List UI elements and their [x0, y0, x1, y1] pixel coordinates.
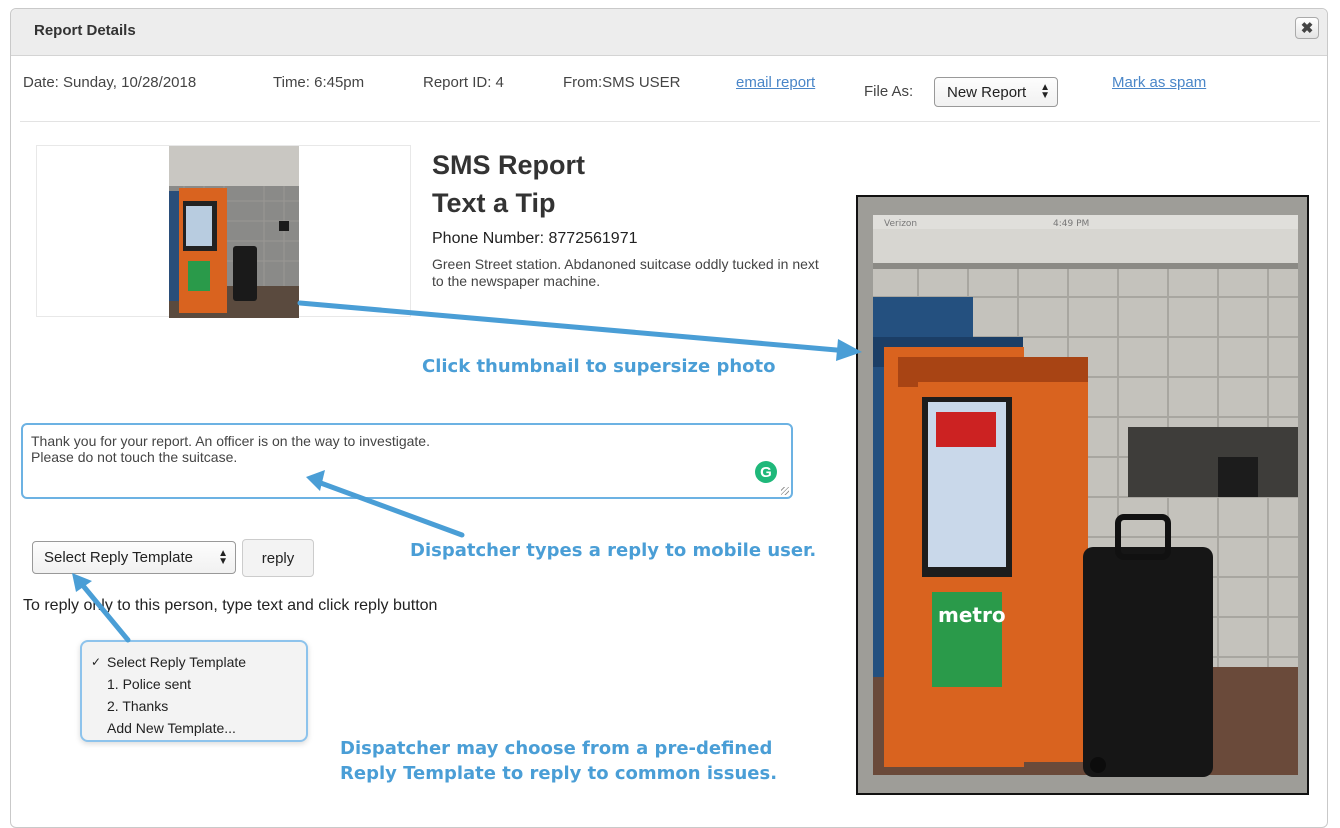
- reply-textarea[interactable]: Thank you for your report. An officer is…: [21, 423, 793, 499]
- reply-template-select[interactable]: Select Reply Template ▲ ▼: [32, 541, 236, 574]
- dropdown-item-label: 1. Police sent: [107, 676, 192, 692]
- supersized-photo[interactable]: metro Verizon 4:49 PM: [856, 195, 1309, 795]
- status-carrier: Verizon: [884, 219, 917, 229]
- dialog-titlebar: Report Details ✖: [11, 9, 1327, 56]
- dropdown-item-add-new-template[interactable]: Add New Template...: [82, 717, 306, 739]
- newsbox-label: metro: [938, 603, 1006, 627]
- dropdown-item-thanks[interactable]: 2. Thanks: [82, 695, 306, 717]
- close-button[interactable]: ✖: [1295, 17, 1319, 39]
- dialog-title: Report Details: [34, 22, 136, 39]
- dropdown-item-select-template[interactable]: ✓ Select Reply Template: [82, 651, 306, 673]
- reply-instructions: To reply only to this person, type text …: [23, 597, 438, 614]
- header-divider: [20, 121, 1320, 122]
- report-id: Report ID: 4: [423, 74, 504, 91]
- annotation-template-line2: Reply Template to reply to common issues…: [340, 763, 778, 784]
- dropdown-item-label: Select Reply Template: [107, 654, 247, 670]
- suitcase-photo: metro Verizon 4:49 PM: [858, 197, 1307, 793]
- reply-template-dropdown: ✓ Select Reply Template 1. Police sent 2…: [80, 640, 308, 742]
- annotation-reply: Dispatcher types a reply to mobile user.: [410, 540, 817, 561]
- annotation-thumbnail: Click thumbnail to supersize photo: [422, 356, 776, 377]
- reply-text: Thank you for your report. An officer is…: [31, 433, 430, 465]
- email-report-link[interactable]: email report: [736, 74, 815, 91]
- report-subheading: Text a Tip: [432, 188, 556, 218]
- file-as-value: New Report: [947, 83, 1027, 101]
- photo-thumbnail[interactable]: [36, 145, 411, 318]
- select-arrows-icon: ▲ ▼: [218, 547, 228, 567]
- report-date: Date: Sunday, 10/28/2018: [23, 74, 197, 91]
- dropdown-item-label: Add New Template...: [107, 720, 236, 736]
- status-time: 4:49 PM: [1053, 219, 1089, 229]
- file-as-label: File As:: [864, 83, 914, 100]
- reply-template-value: Select Reply Template: [44, 549, 193, 566]
- annotation-template-line1: Dispatcher may choose from a pre-defined: [340, 738, 773, 759]
- report-from: From:SMS USER: [563, 74, 681, 91]
- report-heading: SMS Report: [432, 150, 586, 180]
- dropdown-item-label: 2. Thanks: [107, 698, 169, 714]
- close-icon: ✖: [1300, 20, 1314, 37]
- report-time: Time: 6:45pm: [273, 74, 365, 91]
- dropdown-item-police-sent[interactable]: 1. Police sent: [82, 673, 306, 695]
- checkmark-icon: ✓: [91, 655, 102, 669]
- select-arrows-icon: ▲ ▼: [1040, 82, 1050, 101]
- report-description: Green Street station. Abdanoned suitcase…: [432, 256, 819, 289]
- grammarly-icon[interactable]: G: [755, 461, 777, 483]
- reply-button[interactable]: reply: [242, 539, 314, 577]
- thumbnail-image: [169, 146, 299, 318]
- file-as-select[interactable]: New Report ▲ ▼: [934, 77, 1058, 107]
- phone-number: Phone Number: 8772561971: [432, 230, 638, 247]
- resize-handle-icon[interactable]: [781, 487, 789, 495]
- mark-as-spam-link[interactable]: Mark as spam: [1112, 74, 1206, 91]
